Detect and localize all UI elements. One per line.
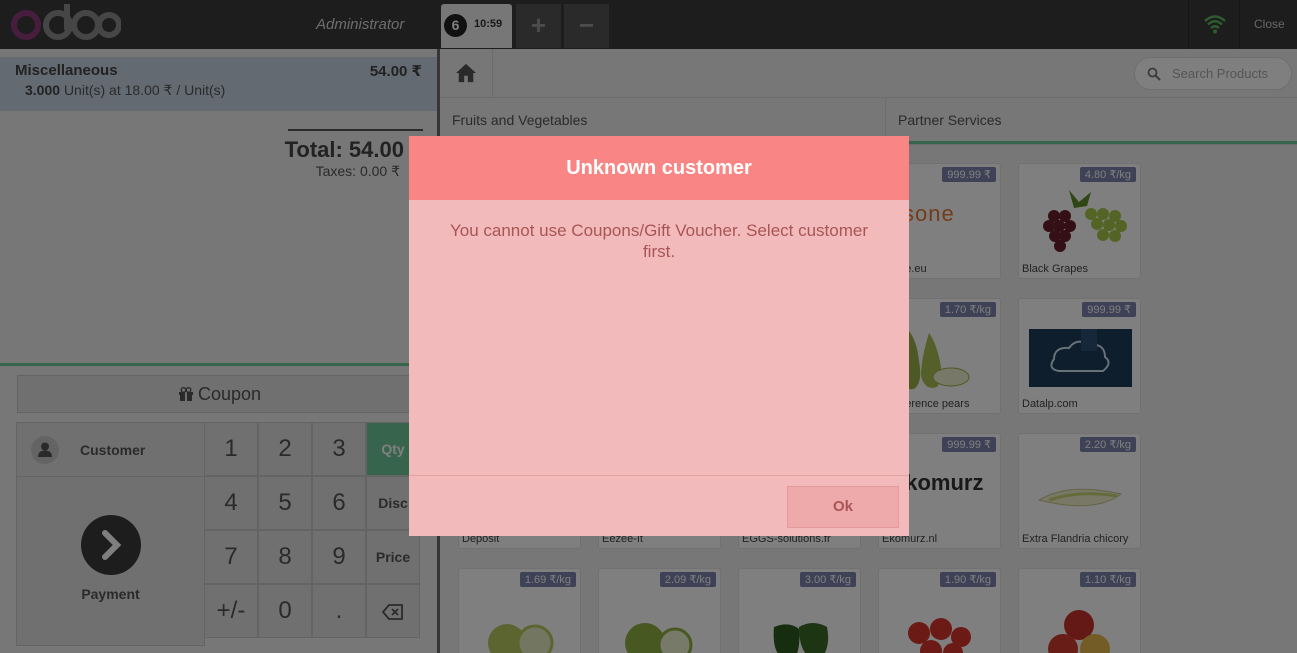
dialog-footer: Ok — [409, 475, 909, 536]
unknown-customer-dialog: Unknown customer You cannot use Coupons/… — [409, 136, 909, 536]
dialog-message: You cannot use Coupons/Gift Voucher. Sel… — [449, 221, 869, 261]
ok-button[interactable]: Ok — [787, 486, 899, 528]
dialog-title: Unknown customer — [409, 136, 909, 200]
